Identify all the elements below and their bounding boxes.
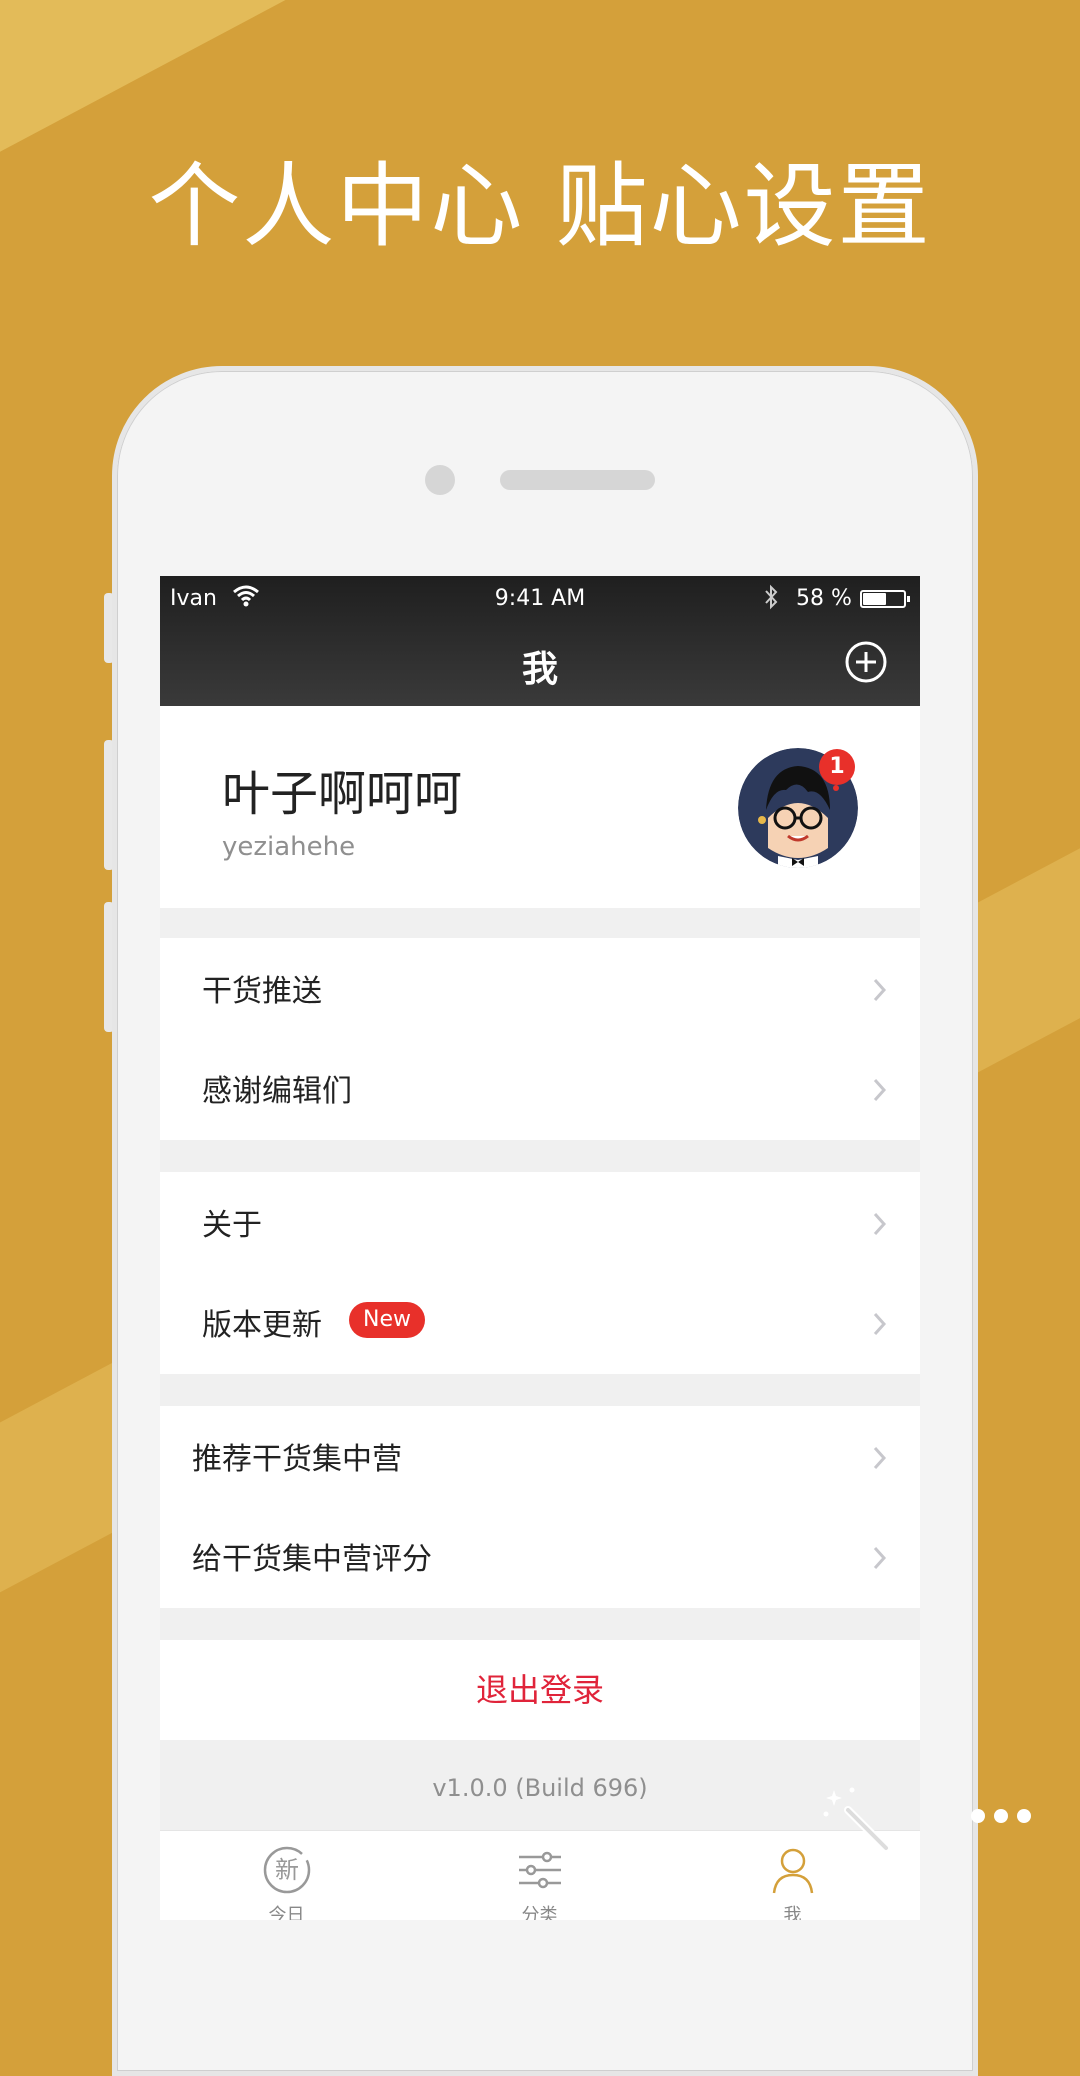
menu-item-label: 干货推送 — [202, 974, 322, 1009]
menu-item-label: 关于 — [202, 1208, 262, 1243]
logout-button[interactable]: 退出登录 — [160, 1640, 920, 1740]
bluetooth-icon — [765, 584, 778, 610]
menu-item-about[interactable]: 关于 — [160, 1172, 920, 1272]
profile-card[interactable]: 叶子啊呵呵 yeziahehe 1 — [160, 706, 920, 908]
page-title: 我 — [521, 649, 558, 690]
menu-group-3: 推荐干货集中营 给干货集中营评分 — [160, 1406, 920, 1608]
menu-item-label: 感谢编辑们 — [202, 1074, 352, 1109]
new-badge: New — [349, 1302, 425, 1338]
battery-nub — [907, 596, 910, 602]
chevron-right-icon — [873, 1446, 887, 1470]
menu-group-1: 干货推送 感谢编辑们 — [160, 938, 920, 1140]
magic-wand-icon[interactable] — [818, 1780, 898, 1860]
tab-today[interactable]: 新 今日 — [160, 1831, 413, 1920]
menu-group-2: 关于 版本更新 New — [160, 1172, 920, 1374]
tab-label: 分类 — [521, 1905, 558, 1920]
more-dots-icon[interactable] — [968, 1806, 1034, 1826]
app-screen: Ivan 9:41 AM 58 % 我 叶子啊呵呵 yeziahehe 1 干货… — [160, 576, 920, 1920]
chevron-right-icon — [873, 1078, 887, 1102]
menu-item-thank-editors[interactable]: 感谢编辑们 — [160, 1038, 920, 1138]
profile-name: 叶子啊呵呵 — [222, 766, 463, 822]
menu-item-label: 推荐干货集中营 — [192, 1442, 402, 1477]
chevron-right-icon — [873, 1546, 887, 1570]
battery-icon — [860, 590, 910, 608]
menu-item-label: 版本更新 — [202, 1308, 322, 1343]
menu-item-version-update[interactable]: 版本更新 New — [160, 1272, 920, 1372]
menu-item-dry-goods-push[interactable]: 干货推送 — [160, 938, 920, 1038]
menu-item-rate[interactable]: 给干货集中营评分 — [160, 1506, 920, 1606]
tab-label: 今日 — [268, 1905, 305, 1920]
chevron-right-icon — [873, 1212, 887, 1236]
tab-label: 我 — [783, 1905, 802, 1920]
phone-speaker — [500, 470, 655, 490]
phone-camera — [425, 465, 455, 495]
plus-circle-icon[interactable] — [843, 639, 889, 685]
tab-categories[interactable]: 分类 — [413, 1831, 666, 1920]
navigation-bar: Ivan 9:41 AM 58 % 我 — [160, 576, 920, 706]
chevron-right-icon — [873, 1312, 887, 1336]
menu-item-label: 给干货集中营评分 — [192, 1542, 432, 1577]
version-text: v1.0.0 (Build 696) — [432, 1774, 648, 1802]
promo-headline: 个人中心 贴心设置 — [148, 153, 932, 260]
sliders-icon — [519, 1851, 561, 1889]
tab-icon-text: 新 — [275, 1856, 299, 1884]
chevron-right-icon — [873, 978, 887, 1002]
battery-percentage: 58 % — [796, 586, 852, 611]
profile-username: yeziahehe — [222, 832, 356, 862]
tab-bar: 新 今日 分类 我 — [160, 1830, 920, 1920]
battery-fill — [863, 593, 886, 605]
notification-badge: 1 — [819, 749, 855, 785]
person-icon — [772, 1848, 814, 1894]
new-badge-icon: 新 — [263, 1846, 311, 1894]
menu-item-recommend[interactable]: 推荐干货集中营 — [160, 1406, 920, 1506]
